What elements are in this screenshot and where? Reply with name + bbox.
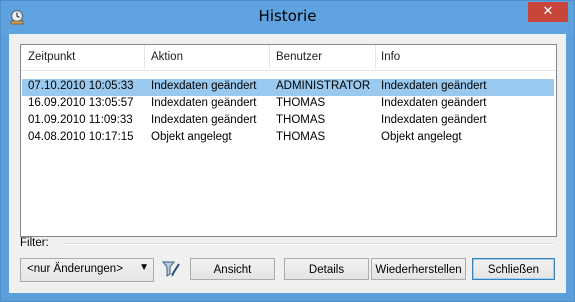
view-button[interactable]: Ansicht <box>190 258 275 280</box>
cell-zeitpunkt: 16.09.2010 13:05:57 <box>28 97 134 109</box>
cell-aktion: Indexdaten geändert <box>151 114 257 126</box>
filter-select-value: <nur Änderungen> <box>27 263 123 275</box>
chevron-down-icon: ▼ <box>139 262 149 273</box>
column-separator[interactable] <box>144 45 145 69</box>
cell-benutzer: THOMAS <box>276 114 326 126</box>
details-button[interactable]: Details <box>284 258 369 280</box>
close-button[interactable]: Schließen <box>472 258 555 280</box>
table-row[interactable]: 16.09.2010 13:05:57 Indexdaten geändert … <box>22 96 554 113</box>
cell-benutzer: THOMAS <box>276 131 326 143</box>
cell-aktion: Indexdaten geändert <box>151 97 257 109</box>
column-header-info[interactable]: Info <box>381 51 400 63</box>
filter-icon <box>161 261 180 277</box>
cell-benutzer: ADMINISTRATOR <box>276 80 371 92</box>
column-separator[interactable] <box>269 45 270 69</box>
filter-icon-button[interactable] <box>160 258 182 280</box>
table-row[interactable]: 01.09.2010 11:09:33 Indexdaten geändert … <box>22 113 554 130</box>
list-header: Zeitpunkt Aktion Benutzer Info <box>21 45 556 71</box>
window-title: Historie <box>258 7 317 25</box>
cell-info: Indexdaten geändert <box>381 114 487 126</box>
column-header-zeitpunkt[interactable]: Zeitpunkt <box>28 51 75 63</box>
cell-info: Objekt angelegt <box>381 131 462 143</box>
cell-info: Indexdaten geändert <box>381 97 487 109</box>
table-row[interactable]: 04.08.2010 10:17:15 Objekt angelegt THOM… <box>22 130 554 147</box>
table-row[interactable]: 07.10.2010 10:05:33 Indexdaten geändert … <box>22 79 554 96</box>
cell-aktion: Indexdaten geändert <box>151 80 257 92</box>
cell-zeitpunkt: 04.08.2010 10:17:15 <box>28 131 134 143</box>
history-list[interactable]: Zeitpunkt Aktion Benutzer Info 07.10.201… <box>20 44 557 237</box>
close-icon: ✕ <box>542 4 554 19</box>
restore-button[interactable]: Wiederherstellen <box>371 258 466 280</box>
filter-label: Filter: <box>20 237 49 249</box>
filter-select[interactable]: <nur Änderungen> ▼ <box>20 258 154 282</box>
cell-info: Indexdaten geändert <box>381 80 487 92</box>
title-bar[interactable]: Historie ✕ <box>1 1 574 35</box>
filter-divider <box>64 243 554 245</box>
column-separator[interactable] <box>375 45 376 69</box>
cell-zeitpunkt: 01.09.2010 11:09:33 <box>28 114 133 126</box>
cell-benutzer: THOMAS <box>276 97 326 109</box>
history-dialog: Historie ✕ Zeitpunkt Aktion Benutzer Inf… <box>0 0 575 302</box>
cell-zeitpunkt: 07.10.2010 10:05:33 <box>28 80 134 92</box>
cell-aktion: Objekt angelegt <box>151 131 232 143</box>
close-window-button[interactable]: ✕ <box>528 2 568 22</box>
column-header-aktion[interactable]: Aktion <box>151 51 183 63</box>
dialog-body: Zeitpunkt Aktion Benutzer Info 07.10.201… <box>9 34 566 293</box>
column-header-benutzer[interactable]: Benutzer <box>276 51 322 63</box>
